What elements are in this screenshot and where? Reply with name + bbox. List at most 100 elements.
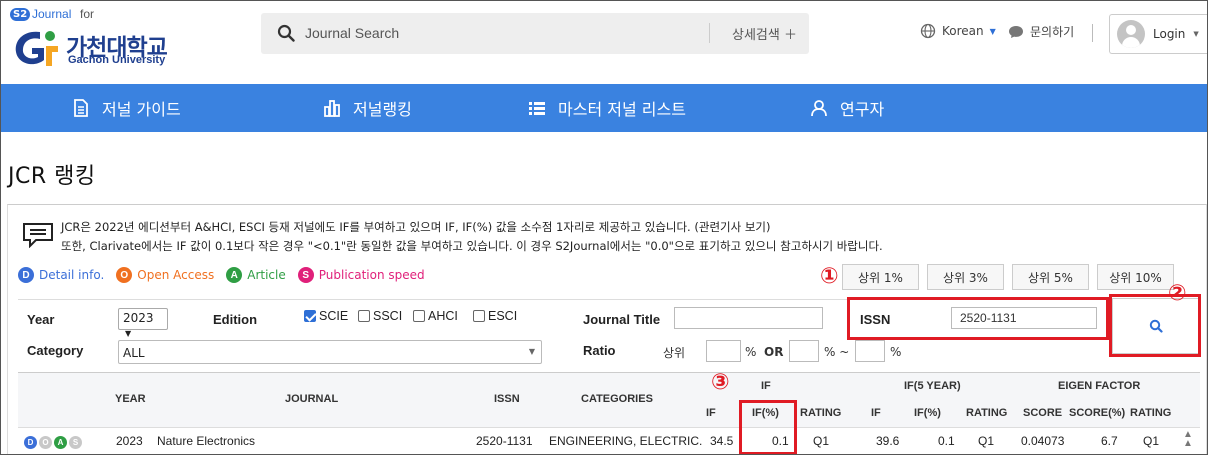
top-3-percent-button[interactable]: 상위 3%	[927, 264, 1004, 290]
col-if5-rating[interactable]: RATING	[966, 407, 1007, 419]
publication-speed-icon: S	[297, 267, 314, 283]
ratio-pct-end: %	[890, 345, 902, 359]
search-icon	[1149, 319, 1163, 333]
nav-label: 연구자	[840, 100, 885, 119]
top-5-percent-button[interactable]: 상위 5%	[1012, 264, 1089, 290]
nav-master-journal-list[interactable]: 마스터 저널 리스트	[528, 84, 686, 132]
page-title: JCR 랭킹	[8, 164, 96, 189]
col-if5-pct[interactable]: IF(%)	[914, 407, 941, 419]
legend: D Detail info. O Open Access A Article S…	[18, 267, 425, 283]
edition-esci-checkbox[interactable]: ESCI	[473, 309, 517, 323]
language-selector[interactable]: Korean ▼	[920, 23, 996, 39]
col-year[interactable]: YEAR	[115, 393, 146, 405]
globe-icon	[920, 23, 936, 39]
publication-speed-icon[interactable]: S	[69, 436, 82, 449]
nav-label: 저널랭킹	[353, 100, 412, 119]
nav-label: 저널 가이드	[102, 100, 181, 119]
journal-search-bar: 상세검색 ＋	[261, 13, 809, 54]
cell-if: 34.5	[710, 434, 734, 448]
logo-s2-badge: S2	[10, 8, 31, 21]
open-access-icon[interactable]: O	[39, 436, 52, 449]
ratio-to-input[interactable]	[855, 340, 885, 362]
cell-eigen-rating: Q1	[1143, 434, 1160, 448]
cell-if-pct: 0.1	[772, 434, 789, 448]
avatar-icon	[1117, 20, 1145, 48]
ratio-pct-unit: %	[745, 345, 757, 359]
scroll-up-icon[interactable]: ▲ ▲	[1183, 430, 1193, 449]
annotation-marker-3: ③	[711, 370, 730, 395]
contact-link[interactable]: 문의하기	[1008, 23, 1074, 40]
checkbox-icon	[358, 310, 370, 322]
col-score[interactable]: SCORE	[1023, 407, 1062, 419]
year-select[interactable]: 2023 ▼	[118, 308, 168, 338]
search-icon[interactable]	[277, 24, 295, 42]
edition-ahci-checkbox[interactable]: AHCI	[413, 309, 458, 323]
edition-scie-checkbox[interactable]: SCIE	[304, 309, 348, 323]
nav-label: 마스터 저널 리스트	[558, 100, 686, 119]
year-value: 2023	[123, 311, 154, 325]
nav-researcher[interactable]: 연구자	[810, 84, 884, 132]
article-icon[interactable]: A	[54, 436, 67, 449]
notice-text-2: 또한, Clarivate에서는 IF 값이 0.1보다 작은 경우 "<0.1…	[61, 239, 883, 253]
main-nav: 저널 가이드 저널랭킹 마스터 저널 리스트 연구자	[0, 84, 1208, 132]
col-if[interactable]: IF	[706, 407, 716, 419]
col-group-eigen: EIGEN FACTOR	[1058, 380, 1141, 392]
col-issn[interactable]: ISSN	[494, 393, 520, 405]
issn-label: ISSN	[860, 312, 891, 327]
journal-title-input[interactable]	[674, 307, 823, 329]
cell-score: 0.04073	[1021, 434, 1065, 448]
top-10-percent-button[interactable]: 상위 10%	[1097, 264, 1174, 290]
nav-journal-ranking[interactable]: 저널랭킹	[323, 84, 412, 132]
gachon-logo-icon	[15, 31, 58, 66]
annotation-marker-2: ②	[1168, 281, 1187, 306]
ratio-top-input[interactable]	[706, 340, 741, 362]
col-categories[interactable]: CATEGORIES	[581, 393, 653, 405]
login-button[interactable]: Login ▼	[1109, 14, 1208, 54]
detail-info-icon[interactable]: D	[24, 436, 37, 449]
legend-label: Detail info.	[39, 268, 105, 282]
ratio-from-input[interactable]	[789, 340, 819, 362]
table-row[interactable]: DOAS 2023 Nature Electronics 2520-1131 E…	[18, 427, 1200, 455]
legend-open-access: O Open Access	[116, 267, 214, 283]
cell-year: 2023	[116, 434, 143, 448]
ratio-label: Ratio	[583, 343, 616, 358]
col-rating[interactable]: RATING	[800, 407, 841, 419]
speech-bubble-icon	[23, 223, 53, 248]
legend-detail-info: D Detail info.	[18, 267, 104, 283]
advanced-search-button[interactable]: 상세검색 ＋	[732, 24, 797, 43]
chevron-down-icon: ▼	[528, 347, 535, 356]
col-score-pct[interactable]: SCORE(%)	[1069, 407, 1125, 419]
filter-search-button[interactable]	[1112, 298, 1200, 354]
document-icon	[74, 99, 88, 117]
header: S2 Journal for 가천대학교 Gachon University 상…	[0, 0, 1208, 84]
edition-label: ESCI	[488, 309, 518, 323]
col-journal[interactable]: JOURNAL	[285, 393, 338, 405]
filter-form: Year 2023 ▼ Edition SCIE SSCI AHCI ESCI …	[18, 299, 1198, 371]
cell-score-pct: 6.7	[1101, 434, 1118, 448]
language-label: Korean	[942, 24, 984, 38]
chevron-down-icon: ▼	[989, 26, 996, 36]
chat-bubble-icon	[1009, 25, 1023, 38]
edition-label: AHCI	[428, 309, 458, 323]
cell-journal[interactable]: Nature Electronics	[157, 434, 255, 448]
checkbox-checked-icon	[304, 310, 316, 322]
issn-input[interactable]	[951, 307, 1097, 329]
legend-label: Open Access	[137, 268, 215, 282]
notice-text-1: JCR은 2022년 에디션부터 A&HCI, ESCI 등재 저널에도 IF를…	[61, 220, 771, 234]
year-label: Year	[27, 312, 55, 327]
col-if5[interactable]: IF	[871, 407, 881, 419]
col-if-pct[interactable]: IF(%)	[752, 407, 779, 419]
cell-categories: ENGINEERING, ELECTRIC.	[549, 434, 703, 448]
col-eigen-rating[interactable]: RATING	[1130, 407, 1171, 419]
nav-journal-guide[interactable]: 저널 가이드	[72, 84, 181, 132]
top-1-percent-button[interactable]: 상위 1%	[842, 264, 919, 290]
logo[interactable]: S2 Journal for 가천대학교 Gachon University	[10, 6, 180, 72]
category-label: Category	[27, 343, 84, 358]
category-select[interactable]: ALL ▼	[118, 340, 542, 364]
edition-ssci-checkbox[interactable]: SSCI	[358, 309, 402, 323]
annotation-marker-1: ①	[820, 264, 839, 289]
chevron-down-icon: ▼	[1193, 30, 1199, 38]
journal-search-input[interactable]	[305, 23, 685, 43]
col-group-if: IF	[761, 380, 771, 392]
checkbox-icon	[473, 310, 485, 322]
